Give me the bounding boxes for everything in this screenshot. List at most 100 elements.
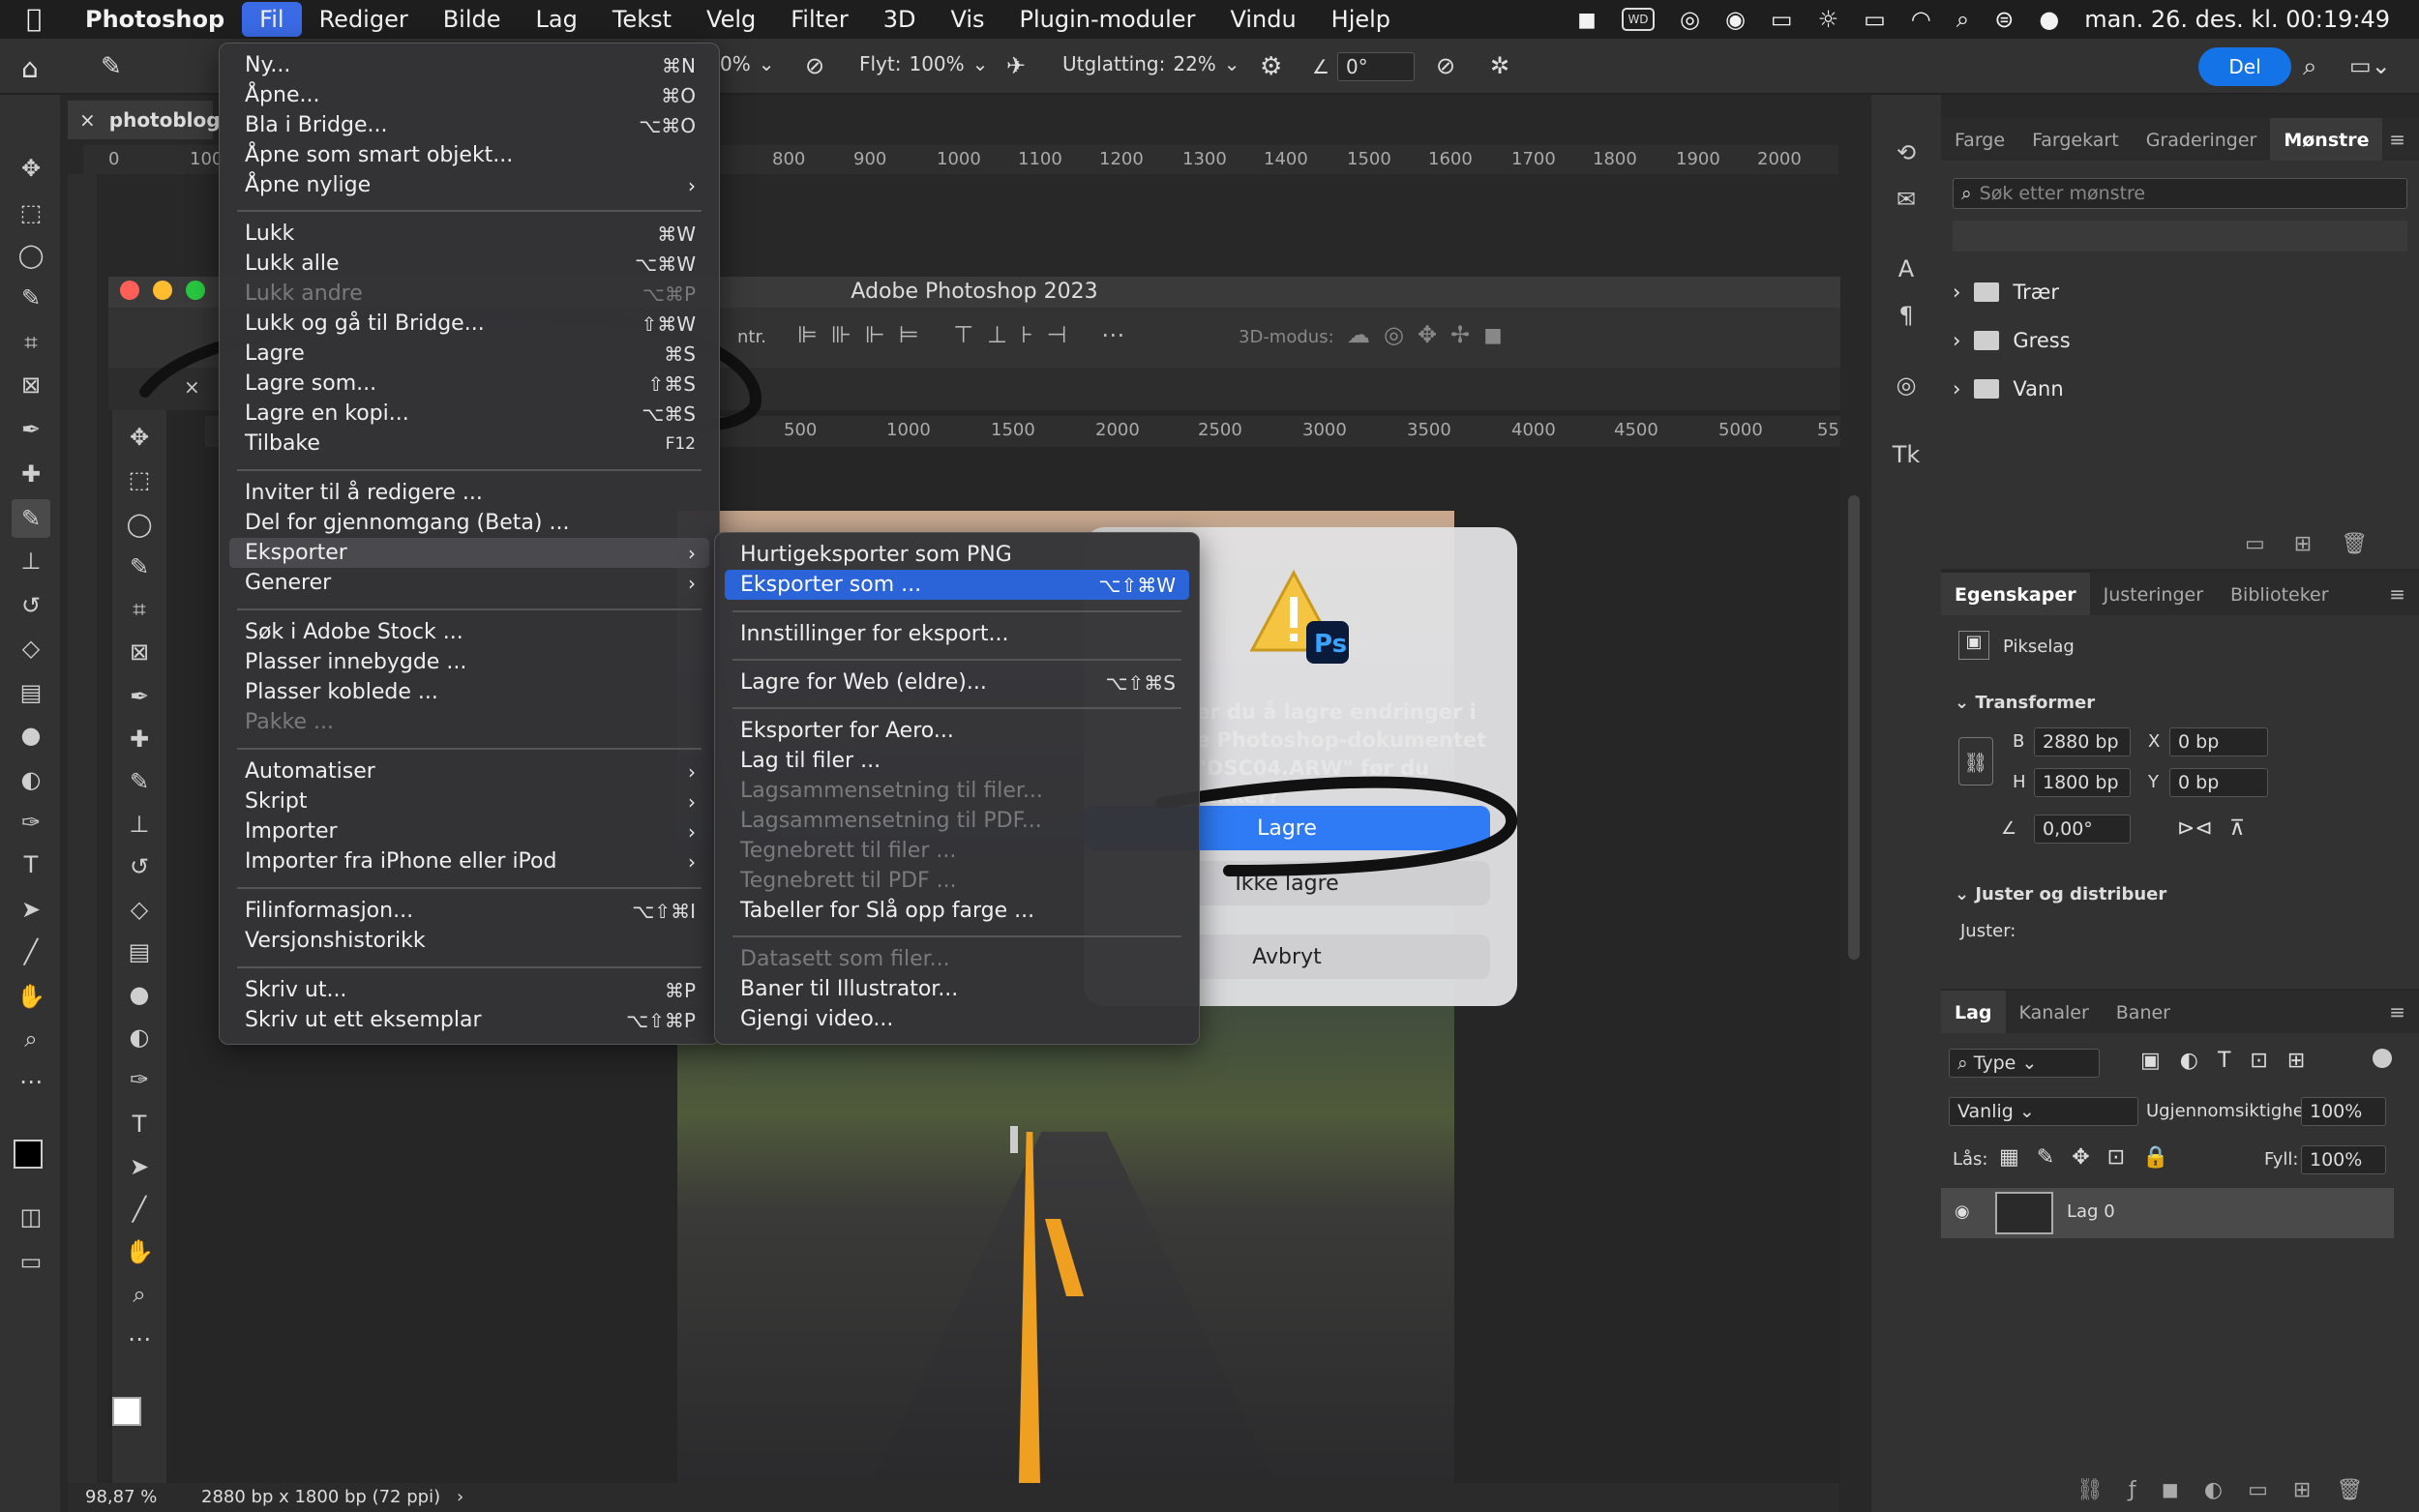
blur-icon[interactable]: ● [120, 975, 159, 1014]
layers-footer-icons[interactable]: ⛓ƒ◼◐▭⊞🗑 [2076, 1478, 2388, 1502]
close-icon[interactable]: × [184, 375, 200, 399]
paragraph-icon[interactable]: ¶ [1887, 296, 1926, 335]
dodge-icon[interactable]: ◐ [120, 1018, 159, 1056]
menu-item-open-smart-object[interactable]: Åpne som smart objekt... [229, 140, 709, 170]
filter-toggle[interactable] [2373, 1049, 2392, 1068]
brush-preset-icon[interactable]: ✎ [101, 52, 122, 81]
canvas-scrollbar-vertical[interactable] [1848, 495, 1860, 960]
align-icons[interactable]: ⊫⊪⊩⊨ ⊤⊥⊦⊣ ⋯ [797, 321, 1138, 348]
menu-plugins[interactable]: Plugin-moduler [1002, 0, 1213, 39]
menu-item-new[interactable]: Ny... ⌘N [229, 50, 709, 80]
pattern-folder-vann[interactable]: › Vann [1953, 373, 2064, 404]
menu-item-export-prefs[interactable]: Innstillinger for eksport... [725, 619, 1189, 649]
menu-item-revert[interactable]: Tilbake F12 [229, 429, 709, 459]
align-section-title[interactable]: ⌄ Juster og distribuer [1955, 884, 2166, 904]
menu-lag[interactable]: Lag [519, 0, 595, 39]
stamp-tool-icon[interactable]: ⊥ [12, 542, 50, 580]
3d-mode-icons[interactable]: ☁◎✥✢◼ [1347, 321, 1516, 348]
apple-icon[interactable]:  [0, 5, 68, 34]
layer-filter-select[interactable]: ⌕ Type ⌄ [1949, 1049, 2100, 1078]
screen-mode-icon[interactable]: ▭ [12, 1242, 50, 1281]
opacity-input[interactable]: 100% [2301, 1097, 2386, 1126]
y-input[interactable]: 0 bp [2169, 768, 2268, 797]
menu-item-save-for-web[interactable]: Lagre for Web (eldre)... ⌥⇧⌘S [725, 667, 1189, 697]
stamp-tool-icon[interactable]: ⊥ [120, 805, 159, 844]
clock[interactable]: man. 26. des. kl. 00:19:49 [2084, 6, 2390, 33]
gradient-icon[interactable]: ▤ [12, 673, 50, 712]
crop-tool-icon[interactable]: ⌗ [120, 590, 159, 629]
more-tools-icon[interactable]: ⋯ [120, 1319, 159, 1358]
foreground-color-swatch[interactable] [112, 1397, 141, 1426]
blend-mode-select[interactable]: Vanlig ⌄ [1949, 1097, 2138, 1126]
panel-menu-icon[interactable]: ≡ [2389, 582, 2405, 606]
document-tab[interactable]: × photoblog [68, 101, 221, 139]
menu-item-save-as[interactable]: Lagre som... ⇧⌘S [229, 369, 709, 399]
brush-tool-icon[interactable]: ✎ [120, 762, 159, 801]
menu-fil[interactable]: Fil [242, 2, 302, 37]
menu-item-export-as[interactable]: Eksporter som ... ⌥⇧⌘W [725, 570, 1189, 600]
zoom-level[interactable]: 98,87 % [85, 1487, 157, 1507]
gear-icon[interactable]: ⚙ [1260, 52, 1282, 81]
tab-layers[interactable]: Lag [1941, 991, 2006, 1033]
line-tool-icon[interactable]: ╱ [12, 933, 50, 971]
menu-item-print-one[interactable]: Skriv ut ett eksemplar ⌥⇧⌘P [229, 1005, 709, 1035]
history-brush-icon[interactable]: ↺ [120, 847, 159, 886]
quick-mask-icon[interactable]: ◫ [12, 1198, 50, 1236]
airbrush-icon[interactable]: ✈ [1006, 52, 1026, 79]
history-brush-icon[interactable]: ↺ [12, 586, 50, 625]
wifi-icon[interactable]: ◠ [1911, 6, 1931, 33]
eye-icon[interactable]: ◉ [1955, 1201, 1970, 1222]
height-input[interactable]: 1800 bp [2034, 768, 2131, 797]
search-icon[interactable]: ⌕ [1956, 6, 1969, 33]
transform-section-title[interactable]: ⌄ Transformer [1955, 693, 2095, 713]
menu-item-adobe-stock[interactable]: Søk i Adobe Stock ... [229, 617, 709, 647]
add-pattern-icon[interactable]: ⊞ [2294, 532, 2312, 556]
display-icon[interactable]: ▭ [1771, 6, 1793, 33]
pressure-size-icon[interactable]: ⊘ [1436, 52, 1455, 79]
menu-item-save-copy[interactable]: Lagre en kopi... ⌥⌘S [229, 399, 709, 429]
pattern-folder-gress[interactable]: › Gress [1953, 325, 2071, 356]
marquee-tool-icon[interactable]: ⬚ [120, 460, 159, 499]
angle-input[interactable]: 0,00° [2034, 815, 2131, 844]
chevron-right-icon[interactable]: › [457, 1487, 463, 1507]
menu-item-render-video[interactable]: Gjengi video... [725, 1004, 1189, 1034]
menu-item-import-iphone[interactable]: Importer fra iPhone eller iPod › [229, 846, 709, 876]
siri-icon[interactable]: ● [2039, 6, 2059, 33]
plugin-icon[interactable]: ◎ [1887, 366, 1926, 404]
brush-tool-icon[interactable]: ✎ [12, 499, 50, 538]
eraser-icon[interactable]: ◇ [12, 629, 50, 667]
more-tools-icon[interactable]: ⋯ [12, 1062, 50, 1101]
pattern-search-field[interactable]: ⌕ Søk etter mønstre [1953, 178, 2407, 209]
search-icon[interactable]: ⌕ [2303, 52, 2317, 82]
path-select-icon[interactable]: ➤ [12, 890, 50, 929]
angle-input[interactable]: 0° [1336, 52, 1415, 81]
flip-horizontal-icon[interactable]: ⊳⊲ [2177, 816, 2213, 841]
history-icon[interactable]: ⟲ [1887, 133, 1926, 172]
link-icon[interactable]: ⛓ [1958, 737, 1993, 786]
chevron-down-icon[interactable]: ⌄ [972, 52, 989, 75]
healing-brush-icon[interactable]: ✚ [120, 720, 159, 758]
share-button[interactable]: Del [2198, 47, 2291, 86]
menu-item-share-review[interactable]: Del for gjennomgang (Beta) ... [229, 508, 709, 538]
airdrop-icon[interactable]: ◉ [1725, 6, 1746, 33]
menu-item-open-recent[interactable]: Åpne nylige › [229, 170, 709, 200]
tab-paths[interactable]: Baner [2103, 991, 2184, 1033]
zoom-tool-icon[interactable]: ⌕ [120, 1275, 159, 1314]
menu-rediger[interactable]: Rediger [302, 0, 426, 39]
wd-icon[interactable]: WD [1622, 8, 1655, 31]
type-tool-icon[interactable]: T [120, 1105, 159, 1143]
comments-icon[interactable]: ✉ [1887, 180, 1926, 219]
menu-item-import[interactable]: Importer › [229, 816, 709, 846]
tk-plugin-icon[interactable]: Tk [1887, 435, 1926, 474]
menu-item-generate[interactable]: Generer › [229, 568, 709, 598]
menu-item-open[interactable]: Åpne... ⌘O [229, 80, 709, 110]
menu-item-browse-bridge[interactable]: Bla i Bridge... ⌥⌘O [229, 110, 709, 140]
menu-item-save[interactable]: Lagre ⌘S [229, 339, 709, 369]
tab-properties[interactable]: Egenskaper [1941, 573, 2090, 615]
gradient-icon[interactable]: ▤ [120, 933, 159, 971]
control-center-icon[interactable]: ⊜ [1994, 6, 2014, 33]
cc-icon[interactable]: ◎ [1680, 6, 1700, 33]
menu-filter[interactable]: Filter [773, 0, 865, 39]
menu-item-close-all[interactable]: Lukk alle ⌥⌘W [229, 249, 709, 279]
layer-row[interactable]: ◉ Lag 0 [1941, 1188, 2394, 1238]
